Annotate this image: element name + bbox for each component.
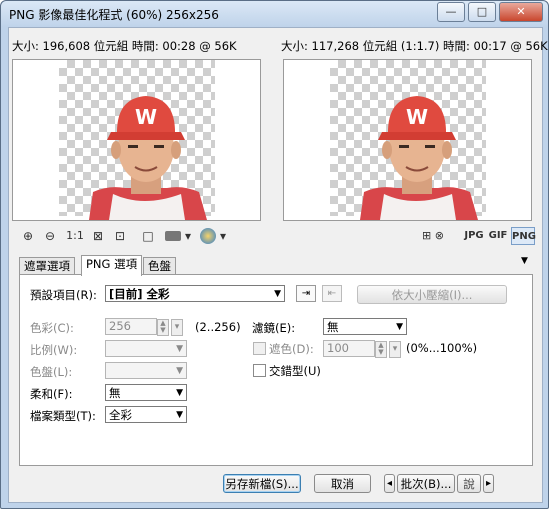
window-title: PNG 影像最佳化程式 (60%) 256x256: [9, 8, 219, 22]
chevron-down-icon: ▼: [274, 289, 281, 299]
tab-mask-options[interactable]: 遮罩選項: [19, 257, 75, 275]
dither-value: 無: [109, 386, 121, 400]
png-options-panel: 預設項目(R): [目前] 全彩 ▼ ⇥ ⇤ 依大小壓縮(I)... 色彩(C):…: [19, 274, 533, 466]
batch-button[interactable]: 批次(B)...: [397, 474, 455, 493]
fit-window-icon[interactable]: ⊠: [89, 227, 107, 245]
chevron-down-icon: ▼: [176, 366, 183, 376]
optimize-to-size-button[interactable]: 依大小壓縮(I)...: [357, 285, 507, 304]
chevron-down-icon: ▼: [396, 322, 403, 332]
original-size-info: 大小: 196,608 位元組 時間: 00:28 @ 56K: [12, 39, 237, 53]
ratio-label: 比例(W):: [30, 343, 78, 357]
prev-arrow-button[interactable]: ◂: [384, 474, 395, 493]
save-preset-icon[interactable]: ⇥: [296, 285, 316, 302]
browser-preview-icon[interactable]: [200, 228, 216, 244]
ratio-select[interactable]: ▼: [105, 340, 187, 357]
dialog-client: 大小: 196,608 位元組 時間: 00:28 @ 56K 大小: 117,…: [8, 27, 548, 503]
jpg-format-button[interactable]: JPG: [463, 227, 485, 245]
dither-label: 柔和(F):: [30, 387, 73, 401]
close-button[interactable]: ✕: [499, 2, 543, 22]
title-bar[interactable]: PNG 影像最佳化程式 (60%) 256x256 — □ ✕: [1, 1, 548, 27]
colors-spinner[interactable]: ▲ ▼: [157, 319, 169, 336]
gif-format-button[interactable]: GIF: [487, 227, 509, 245]
actual-size-button[interactable]: 1:1: [63, 227, 87, 245]
preset-select[interactable]: [目前] 全彩 ▼: [105, 285, 285, 302]
optimizer-window: PNG 影像最佳化程式 (60%) 256x256 — □ ✕ 大小: 196,…: [0, 0, 549, 509]
save-as-button[interactable]: 另存新檔(S)...: [223, 474, 301, 493]
browser-dropdown-icon[interactable]: ▾: [217, 227, 229, 245]
mask-dropdown-icon[interactable]: ▾: [389, 341, 401, 358]
portrait-image: W: [89, 96, 207, 220]
tab-palette[interactable]: 色盤: [143, 257, 176, 275]
chevron-down-icon: ▼: [176, 388, 183, 398]
preset-label: 預設項目(R):: [30, 288, 97, 302]
tab-menu-arrow-icon[interactable]: ▼: [521, 256, 528, 266]
filetype-value: 全彩: [109, 408, 132, 422]
filter-label: 濾鏡(E):: [252, 321, 296, 335]
interlace-label: 交錯型(U): [269, 364, 321, 378]
tab-png-options[interactable]: PNG 選項: [81, 255, 143, 276]
colors-label: 色彩(C):: [30, 321, 74, 335]
delete-preset-icon[interactable]: ⇤: [322, 285, 342, 302]
single-view-icon[interactable]: □: [139, 227, 157, 245]
filter-select[interactable]: 無 ▼: [323, 318, 407, 335]
more-button[interactable]: 說: [457, 474, 481, 493]
mask-spinner[interactable]: ▲ ▼: [375, 341, 387, 358]
next-arrow-button[interactable]: ▸: [483, 474, 494, 493]
maximize-button[interactable]: □: [468, 2, 496, 22]
crop-icon[interactable]: ⊡: [111, 227, 129, 245]
preset-value: [目前] 全彩: [109, 287, 170, 301]
colors-range: (2..256): [195, 320, 241, 334]
portrait-image: W: [360, 96, 478, 220]
filetype-label: 檔案類型(T):: [30, 409, 96, 423]
colors-input[interactable]: 256: [105, 318, 157, 335]
transparency-tools-icon[interactable]: ⊞ ⊗: [413, 227, 453, 245]
palette-select[interactable]: ▼: [105, 362, 187, 379]
interlace-checkbox[interactable]: [253, 364, 266, 377]
svg-text:W: W: [406, 105, 428, 129]
filetype-select[interactable]: 全彩 ▼: [105, 406, 187, 423]
svg-text:W: W: [135, 105, 157, 129]
zoom-out-icon[interactable]: ⊖: [41, 227, 59, 245]
mask-input[interactable]: 100: [323, 340, 375, 357]
zoom-in-icon[interactable]: ⊕: [19, 227, 37, 245]
chevron-down-icon: ▼: [176, 410, 183, 420]
mask-checkbox[interactable]: [253, 342, 266, 355]
dither-select[interactable]: 無 ▼: [105, 384, 187, 401]
chevron-down-icon: ▼: [176, 344, 183, 354]
cancel-button[interactable]: 取消: [314, 474, 371, 493]
minimize-button[interactable]: —: [437, 2, 465, 22]
export-dropdown-icon[interactable]: ▾: [182, 227, 194, 245]
optimized-size-info: 大小: 117,268 位元組 (1:1.7) 時間: 00:17 @ 56K: [281, 39, 548, 53]
palette-label: 色盤(L):: [30, 365, 73, 379]
filter-value: 無: [327, 320, 339, 334]
original-preview-pane[interactable]: W: [12, 59, 261, 221]
optimized-preview-pane[interactable]: W: [283, 59, 532, 221]
export-icon[interactable]: [165, 231, 181, 241]
mask-label: 遮色(D):: [269, 342, 314, 356]
mask-range: (0%...100%): [406, 341, 478, 355]
colors-dropdown-icon[interactable]: ▾: [171, 319, 183, 336]
png-format-button[interactable]: PNG: [511, 227, 536, 245]
